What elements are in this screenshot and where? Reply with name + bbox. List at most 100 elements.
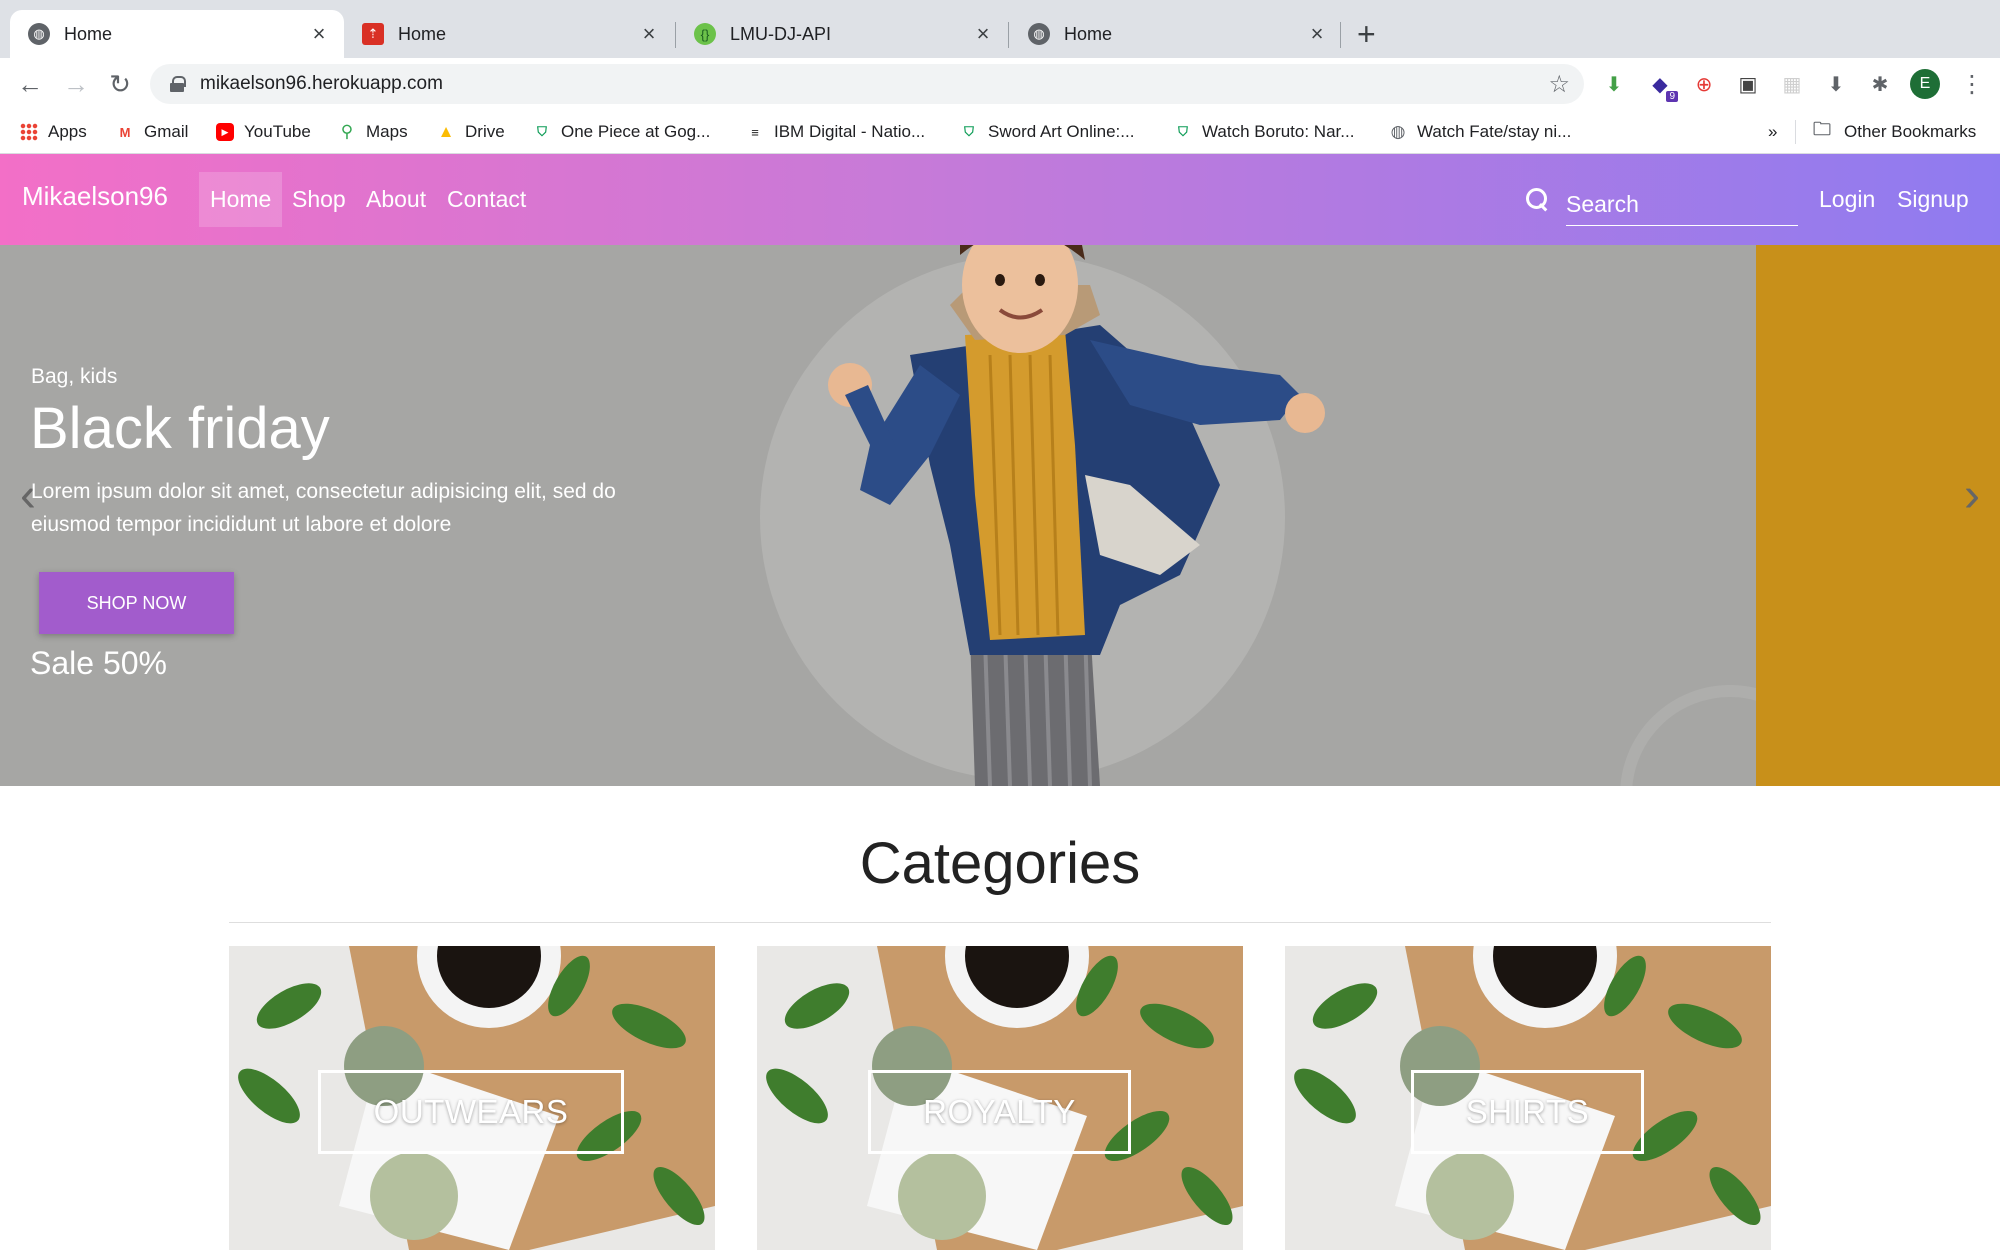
hero-description: Lorem ipsum dolor sit amet, consectetur … xyxy=(31,480,616,536)
forward-arrow-icon[interactable]: → xyxy=(58,66,94,102)
signup-link[interactable]: Signup xyxy=(1886,172,1980,227)
address-bar[interactable]: mikaelson96.herokuapp.com ☆ xyxy=(150,64,1584,104)
bookmark-label: Watch Boruto: Nar... xyxy=(1202,122,1355,141)
save-extension-icon[interactable]: ▣ xyxy=(1734,70,1762,98)
profile-avatar[interactable]: E xyxy=(1910,69,1940,99)
bookmarks-bar: Apps M Gmail ▶ YouTube ⚲ Maps ▲ Drive ⛉ … xyxy=(0,110,2000,154)
bookmark-label: Gmail xyxy=(144,122,189,141)
bookmark-one-piece[interactable]: ⛉ One Piece at Gog... xyxy=(533,120,710,144)
tv-shield-icon: ⛉ xyxy=(964,124,974,139)
hero-title: Black friday xyxy=(30,396,330,461)
bookmark-label: IBM Digital - Natio... xyxy=(774,122,926,141)
tab-home-active[interactable]: ◍ Home × xyxy=(10,10,344,58)
globe-icon: ◍ xyxy=(1390,122,1406,141)
nav-contact[interactable]: Contact xyxy=(436,172,537,227)
bookmark-youtube[interactable]: ▶ YouTube xyxy=(216,120,311,144)
bookmark-label: Watch Fate/stay ni... xyxy=(1417,122,1572,141)
browser-toolbar: ← → ↻ mikaelson96.herokuapp.com ☆ ⬇ ◆ 9 … xyxy=(0,58,2000,110)
close-icon[interactable]: × xyxy=(636,21,662,47)
bookmark-maps[interactable]: ⚲ Maps xyxy=(338,120,408,144)
tab-lmu-dj-api[interactable]: {} LMU-DJ-API × xyxy=(676,10,1008,58)
bookmark-label: Sword Art Online:... xyxy=(988,122,1135,141)
youtube-icon: ▶ xyxy=(216,123,234,141)
downloader-extension-icon[interactable]: ⊕ xyxy=(1690,70,1718,98)
tab-separator xyxy=(1340,22,1341,48)
close-icon[interactable]: × xyxy=(970,21,996,47)
url-text[interactable]: mikaelson96.herokuapp.com xyxy=(200,73,1548,95)
browser-tab-bar: ◍ Home × ⇡ Home × {} LMU-DJ-API × ◍ Home… xyxy=(0,0,2000,58)
category-card-outwears[interactable]: OUTWEARS xyxy=(229,946,715,1250)
globe-icon: ◍ xyxy=(28,23,50,45)
ibm-icon: ≡ xyxy=(751,124,759,140)
hero-kid-image xyxy=(828,245,1325,786)
bookmark-label: Maps xyxy=(366,122,408,141)
bookmark-label: Drive xyxy=(465,122,505,141)
search-icon[interactable] xyxy=(1526,188,1550,212)
extension-badge-count: 9 xyxy=(1666,91,1678,102)
hero-category: Bag, kids xyxy=(31,365,118,388)
category-card-royalty[interactable]: ROYALTY xyxy=(757,946,1243,1250)
tab-title: LMU-DJ-API xyxy=(730,23,832,44)
back-arrow-icon[interactable]: ← xyxy=(12,66,48,102)
nav-about[interactable]: About xyxy=(355,172,437,227)
close-icon[interactable]: × xyxy=(306,21,332,47)
red-upload-icon: ⇡ xyxy=(362,23,384,45)
category-label[interactable]: ROYALTY xyxy=(868,1070,1131,1154)
lock-icon xyxy=(170,76,186,92)
tv-shield-icon: ⛉ xyxy=(1178,124,1188,139)
bookmark-star-icon[interactable]: ☆ xyxy=(1548,70,1570,99)
site-navbar: Mikaelson96 Home Shop About Contact Logi… xyxy=(0,154,2000,245)
bookmark-label: One Piece at Gog... xyxy=(561,122,711,141)
category-label[interactable]: SHIRTS xyxy=(1411,1070,1644,1154)
download-extension-icon[interactable]: ⬇ xyxy=(1600,70,1628,98)
maps-pin-icon: ⚲ xyxy=(340,122,354,141)
carousel-next-chevron-icon[interactable]: › xyxy=(1952,469,1992,522)
categories-divider xyxy=(229,922,1771,923)
search-input[interactable] xyxy=(1566,184,1798,226)
bookmark-drive[interactable]: ▲ Drive xyxy=(437,120,505,144)
bookmark-other[interactable]: 🗀 Other Bookmarks xyxy=(1810,119,1977,144)
bookmark-apps[interactable]: Apps xyxy=(20,120,87,144)
nav-home[interactable]: Home xyxy=(199,172,283,227)
shop-now-button[interactable]: SHOP NOW xyxy=(39,572,234,634)
tab-home-2[interactable]: ⇡ Home × xyxy=(344,10,674,58)
new-tab-plus-icon[interactable]: + xyxy=(1357,18,1376,50)
downloads-icon[interactable]: ⬇ xyxy=(1822,70,1850,98)
grid-extension-icon[interactable]: ▦ xyxy=(1778,70,1806,98)
hero-sale-text: Sale 50% xyxy=(30,645,167,681)
gmail-icon: M xyxy=(119,124,131,140)
tv-shield-icon: ⛉ xyxy=(537,124,547,139)
tab-title: Home xyxy=(1064,23,1113,44)
close-icon[interactable]: × xyxy=(1304,21,1330,47)
bookmark-label: Other Bookmarks xyxy=(1844,122,1977,141)
bookmarks-overflow-icon[interactable]: » xyxy=(1768,120,1777,144)
bookmark-boruto[interactable]: ⛉ Watch Boruto: Nar... xyxy=(1174,120,1354,144)
extension-badge-icon[interactable]: ◆ 9 xyxy=(1646,70,1678,102)
bookmark-gmail[interactable]: M Gmail xyxy=(116,120,189,144)
bookmark-label: YouTube xyxy=(244,122,311,141)
reload-icon[interactable]: ↻ xyxy=(102,66,138,102)
drive-icon: ▲ xyxy=(437,122,455,141)
bookmark-ibm-digital[interactable]: ≡ IBM Digital - Natio... xyxy=(746,120,925,144)
categories-heading: Categories xyxy=(859,831,1141,896)
site-search xyxy=(1526,184,1798,228)
browser-menu-icon[interactable]: ⋮ xyxy=(1958,69,1986,99)
login-link[interactable]: Login xyxy=(1808,172,1886,227)
site-brand[interactable]: Mikaelson96 xyxy=(22,181,168,212)
bookmark-label: Apps xyxy=(48,122,87,141)
extensions-puzzle-icon[interactable]: ✱ xyxy=(1866,70,1894,98)
category-label[interactable]: OUTWEARS xyxy=(318,1070,624,1154)
tab-home-4[interactable]: ◍ Home × xyxy=(1010,10,1342,58)
hero-carousel: ‹ › Bag, kids Black friday Lorem ipsum d… xyxy=(0,245,2000,786)
bookmark-sword-art[interactable]: ⛉ Sword Art Online:... xyxy=(960,120,1134,144)
tab-title: Home xyxy=(64,23,113,44)
green-api-icon: {} xyxy=(694,23,716,45)
bookmarks-divider xyxy=(1795,120,1796,144)
apps-grid-icon xyxy=(20,123,38,141)
tab-title: Home xyxy=(398,23,447,44)
globe-icon: ◍ xyxy=(1028,23,1050,45)
bookmark-fate[interactable]: ◍ Watch Fate/stay ni... xyxy=(1389,120,1572,144)
nav-shop[interactable]: Shop xyxy=(281,172,357,227)
category-card-shirts[interactable]: SHIRTS xyxy=(1285,946,1771,1250)
folder-icon: 🗀 xyxy=(1813,119,1831,139)
